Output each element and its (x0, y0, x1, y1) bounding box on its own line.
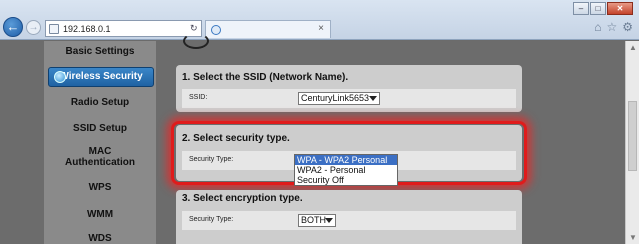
back-button[interactable]: ← (3, 17, 23, 37)
favorites-star-icon[interactable]: ☆ (606, 20, 617, 34)
ssid-select-value: CenturyLink5653 (301, 93, 370, 103)
chevron-down-icon (325, 218, 333, 223)
sidebar-item-wds[interactable]: WDS (44, 233, 156, 244)
sidebar-item-basic-settings[interactable]: Basic Settings (44, 46, 156, 57)
security-type-dropdown[interactable]: WPA - WPA2 Personal WPA2 - Personal Secu… (294, 154, 398, 186)
encryption-row: Security Type: BOTH (182, 211, 516, 230)
ssid-label: SSID: (189, 94, 208, 101)
scrollbar-thumb[interactable] (628, 101, 637, 171)
encryption-section: 3. Select encryption type. Security Type… (176, 190, 522, 244)
encryption-label: Security Type: (189, 216, 234, 223)
chevron-down-icon (369, 96, 377, 101)
sidebar-item-wps[interactable]: WPS (44, 182, 156, 193)
home-icon[interactable]: ⌂ (594, 20, 601, 34)
window-controls: ‒ □ ✕ (573, 2, 633, 16)
sidebar-item-mac-authentication[interactable]: MAC Authentication (44, 146, 156, 168)
ssid-select[interactable]: CenturyLink5653 (298, 92, 380, 105)
sidebar-item-label: Wireless Security (59, 71, 143, 82)
scroll-down-icon[interactable]: ▼ (629, 233, 637, 242)
dropdown-option-wpa2-personal[interactable]: WPA2 - Personal (295, 165, 397, 175)
encryption-select[interactable]: BOTH (298, 214, 336, 227)
arrow-right-icon: → (28, 22, 39, 33)
browser-toolbar: ‒ □ ✕ ← → 192.168.0.1 ↻ × ⌂ ☆ ⚙ (0, 0, 639, 40)
sidebar-item-ssid-setup[interactable]: SSID Setup (44, 123, 156, 134)
globe-icon (54, 71, 66, 83)
page-viewport: Basic Settings Wireless Security Radio S… (0, 33, 625, 244)
ssid-row: SSID: CenturyLink5653 (182, 89, 516, 108)
tab-close-icon[interactable]: × (318, 23, 324, 34)
minimize-button[interactable]: ‒ (573, 2, 589, 15)
ssid-section-title: 1. Select the SSID (Network Name). (182, 72, 349, 83)
sidebar-item-wireless-security[interactable]: Wireless Security (48, 67, 154, 87)
browser-tools: ⌂ ☆ ⚙ (594, 20, 633, 34)
encryption-section-title: 3. Select encryption type. (182, 193, 303, 204)
vertical-scrollbar[interactable]: ▲ ▼ (625, 41, 639, 244)
close-window-button[interactable]: ✕ (607, 2, 633, 15)
forward-button[interactable]: → (26, 20, 41, 35)
sidebar-nav: Basic Settings Wireless Security Radio S… (44, 41, 156, 244)
dropdown-option-wpa-wpa2-personal[interactable]: WPA - WPA2 Personal (295, 155, 397, 165)
encryption-select-value: BOTH (301, 215, 327, 225)
sidebar-item-radio-setup[interactable]: Radio Setup (44, 97, 156, 108)
dropdown-option-security-off[interactable]: Security Off (295, 175, 397, 185)
scroll-up-icon[interactable]: ▲ (629, 43, 637, 52)
maximize-button[interactable]: □ (590, 2, 606, 15)
gear-icon[interactable]: ⚙ (622, 20, 633, 34)
sidebar-item-wmm[interactable]: WMM (44, 209, 156, 220)
page-icon (49, 24, 59, 34)
address-url[interactable]: 192.168.0.1 (63, 24, 111, 34)
ssid-section: 1. Select the SSID (Network Name). SSID:… (176, 65, 522, 112)
ie-icon (211, 25, 221, 35)
arrow-left-icon: ← (6, 19, 20, 34)
main-content: 1. Select the SSID (Network Name). SSID:… (156, 33, 625, 244)
browser-tab[interactable]: × (205, 20, 331, 38)
logo-graphic (183, 33, 209, 49)
address-bar[interactable]: 192.168.0.1 ↻ (45, 20, 202, 37)
